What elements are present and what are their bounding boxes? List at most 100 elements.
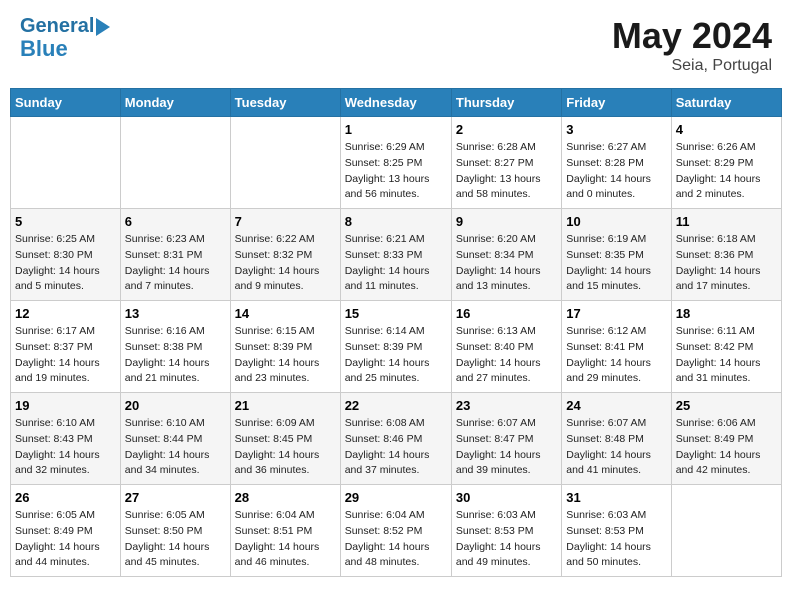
day-info: Sunrise: 6:22 AMSunset: 8:32 PMDaylight:… bbox=[235, 232, 336, 295]
week-row-3: 12 Sunrise: 6:17 AMSunset: 8:37 PMDayligh… bbox=[11, 301, 782, 393]
day-info: Sunrise: 6:05 AMSunset: 8:50 PMDaylight:… bbox=[125, 508, 226, 571]
logo-arrow-icon bbox=[96, 18, 110, 36]
day-number: 14 bbox=[235, 306, 336, 321]
day-number: 23 bbox=[456, 398, 557, 413]
day-info: Sunrise: 6:15 AMSunset: 8:39 PMDaylight:… bbox=[235, 324, 336, 387]
day-info: Sunrise: 6:27 AMSunset: 8:28 PMDaylight:… bbox=[566, 140, 666, 203]
calendar-cell: 13Sunrise: 6:16 AMSunset: 8:38 PMDayligh… bbox=[120, 301, 230, 393]
day-info: Sunrise: 6:07 AMSunset: 8:47 PMDaylight:… bbox=[456, 416, 557, 479]
day-number: 26 bbox=[15, 490, 116, 505]
week-row-1: 1Sunrise: 6:29 AMSunset: 8:25 PMDaylight… bbox=[11, 117, 782, 209]
calendar-cell: 24 Sunrise: 6:07 AMSunset: 8:48 PMDayligh… bbox=[562, 393, 671, 485]
day-info: Sunrise: 6:07 AMSunset: 8:48 PMDaylight:… bbox=[566, 416, 666, 479]
day-number: 12 bbox=[15, 306, 116, 321]
logo: General Blue bbox=[20, 15, 110, 61]
calendar-cell: 7 Sunrise: 6:22 AMSunset: 8:32 PMDaylight… bbox=[230, 209, 340, 301]
day-number: 4 bbox=[676, 122, 777, 137]
day-number: 11 bbox=[676, 214, 777, 229]
day-info: Sunrise: 6:13 AMSunset: 8:40 PMDaylight:… bbox=[456, 324, 557, 387]
day-info: Sunrise: 6:03 AMSunset: 8:53 PMDaylight:… bbox=[566, 508, 666, 571]
weekday-header-sunday: Sunday bbox=[11, 89, 121, 117]
day-number: 2 bbox=[456, 122, 557, 137]
calendar-cell: 25 Sunrise: 6:06 AMSunset: 8:49 PMDayligh… bbox=[671, 393, 781, 485]
calendar-cell: 28 Sunrise: 6:04 AMSunset: 8:51 PMDayligh… bbox=[230, 485, 340, 577]
day-info: Sunrise: 6:08 AMSunset: 8:46 PMDaylight:… bbox=[345, 416, 447, 479]
day-number: 7 bbox=[235, 214, 336, 229]
day-number: 3 bbox=[566, 122, 666, 137]
calendar-cell bbox=[120, 117, 230, 209]
weekday-header-friday: Friday bbox=[562, 89, 671, 117]
calendar-cell: 8Sunrise: 6:21 AMSunset: 8:33 PMDaylight… bbox=[340, 209, 451, 301]
day-number: 20 bbox=[125, 398, 226, 413]
calendar-cell: 17 Sunrise: 6:12 AMSunset: 8:41 PMDayligh… bbox=[562, 301, 671, 393]
day-info: Sunrise: 6:11 AMSunset: 8:42 PMDaylight:… bbox=[676, 324, 777, 387]
calendar-cell: 14 Sunrise: 6:15 AMSunset: 8:39 PMDayligh… bbox=[230, 301, 340, 393]
calendar-cell: 6 Sunrise: 6:23 AMSunset: 8:31 PMDaylight… bbox=[120, 209, 230, 301]
weekday-header-row: SundayMondayTuesdayWednesdayThursdayFrid… bbox=[11, 89, 782, 117]
calendar-cell: 21 Sunrise: 6:09 AMSunset: 8:45 PMDayligh… bbox=[230, 393, 340, 485]
day-number: 25 bbox=[676, 398, 777, 413]
calendar-cell: 9 Sunrise: 6:20 AMSunset: 8:34 PMDaylight… bbox=[451, 209, 561, 301]
day-number: 22 bbox=[345, 398, 447, 413]
calendar-cell: 3 Sunrise: 6:27 AMSunset: 8:28 PMDaylight… bbox=[562, 117, 671, 209]
day-info: Sunrise: 6:19 AMSunset: 8:35 PMDaylight:… bbox=[566, 232, 666, 295]
day-info: Sunrise: 6:17 AMSunset: 8:37 PMDaylight:… bbox=[15, 324, 116, 387]
calendar-cell: 12 Sunrise: 6:17 AMSunset: 8:37 PMDayligh… bbox=[11, 301, 121, 393]
day-number: 6 bbox=[125, 214, 226, 229]
day-info: Sunrise: 6:03 AMSunset: 8:53 PMDaylight:… bbox=[456, 508, 557, 571]
day-number: 1 bbox=[345, 122, 447, 137]
day-number: 13 bbox=[125, 306, 226, 321]
calendar-cell: 30 Sunrise: 6:03 AMSunset: 8:53 PMDayligh… bbox=[451, 485, 561, 577]
calendar-cell: 15 Sunrise: 6:14 AMSunset: 8:39 PMDayligh… bbox=[340, 301, 451, 393]
calendar-cell: 19Sunrise: 6:10 AMSunset: 8:43 PMDayligh… bbox=[11, 393, 121, 485]
day-info: Sunrise: 6:20 AMSunset: 8:34 PMDaylight:… bbox=[456, 232, 557, 295]
day-number: 19 bbox=[15, 398, 116, 413]
day-info: Sunrise: 6:23 AMSunset: 8:31 PMDaylight:… bbox=[125, 232, 226, 295]
calendar-cell: 4 Sunrise: 6:26 AMSunset: 8:29 PMDaylight… bbox=[671, 117, 781, 209]
calendar-cell: 16 Sunrise: 6:13 AMSunset: 8:40 PMDayligh… bbox=[451, 301, 561, 393]
calendar-cell: 10Sunrise: 6:19 AMSunset: 8:35 PMDayligh… bbox=[562, 209, 671, 301]
day-number: 31 bbox=[566, 490, 666, 505]
day-info: Sunrise: 6:18 AMSunset: 8:36 PMDaylight:… bbox=[676, 232, 777, 295]
week-row-5: 26 Sunrise: 6:05 AMSunset: 8:49 PMDayligh… bbox=[11, 485, 782, 577]
day-number: 30 bbox=[456, 490, 557, 505]
week-row-2: 5 Sunrise: 6:25 AMSunset: 8:30 PMDaylight… bbox=[11, 209, 782, 301]
day-number: 17 bbox=[566, 306, 666, 321]
day-info: Sunrise: 6:06 AMSunset: 8:49 PMDaylight:… bbox=[676, 416, 777, 479]
calendar-cell: 31 Sunrise: 6:03 AMSunset: 8:53 PMDayligh… bbox=[562, 485, 671, 577]
calendar-cell: 27 Sunrise: 6:05 AMSunset: 8:50 PMDayligh… bbox=[120, 485, 230, 577]
day-info: Sunrise: 6:05 AMSunset: 8:49 PMDaylight:… bbox=[15, 508, 116, 571]
day-number: 21 bbox=[235, 398, 336, 413]
day-info: Sunrise: 6:04 AMSunset: 8:51 PMDaylight:… bbox=[235, 508, 336, 571]
day-number: 8 bbox=[345, 214, 447, 229]
day-info: Sunrise: 6:04 AMSunset: 8:52 PMDaylight:… bbox=[345, 508, 447, 571]
calendar-cell: 22 Sunrise: 6:08 AMSunset: 8:46 PMDayligh… bbox=[340, 393, 451, 485]
calendar-cell bbox=[671, 485, 781, 577]
day-info: Sunrise: 6:25 AMSunset: 8:30 PMDaylight:… bbox=[15, 232, 116, 295]
calendar-table: SundayMondayTuesdayWednesdayThursdayFrid… bbox=[10, 88, 782, 577]
day-number: 15 bbox=[345, 306, 447, 321]
day-number: 5 bbox=[15, 214, 116, 229]
day-number: 24 bbox=[566, 398, 666, 413]
day-number: 16 bbox=[456, 306, 557, 321]
day-info: Sunrise: 6:14 AMSunset: 8:39 PMDaylight:… bbox=[345, 324, 447, 387]
calendar-cell: 18Sunrise: 6:11 AMSunset: 8:42 PMDayligh… bbox=[671, 301, 781, 393]
calendar-cell: 26 Sunrise: 6:05 AMSunset: 8:49 PMDayligh… bbox=[11, 485, 121, 577]
weekday-header-wednesday: Wednesday bbox=[340, 89, 451, 117]
day-info: Sunrise: 6:28 AMSunset: 8:27 PMDaylight:… bbox=[456, 140, 557, 203]
calendar-cell: 5 Sunrise: 6:25 AMSunset: 8:30 PMDaylight… bbox=[11, 209, 121, 301]
day-info: Sunrise: 6:09 AMSunset: 8:45 PMDaylight:… bbox=[235, 416, 336, 479]
calendar-cell bbox=[11, 117, 121, 209]
day-number: 9 bbox=[456, 214, 557, 229]
calendar-cell: 1Sunrise: 6:29 AMSunset: 8:25 PMDaylight… bbox=[340, 117, 451, 209]
day-info: Sunrise: 6:26 AMSunset: 8:29 PMDaylight:… bbox=[676, 140, 777, 203]
day-number: 28 bbox=[235, 490, 336, 505]
calendar-cell bbox=[230, 117, 340, 209]
day-number: 27 bbox=[125, 490, 226, 505]
day-info: Sunrise: 6:12 AMSunset: 8:41 PMDaylight:… bbox=[566, 324, 666, 387]
page-header: General Blue May 2024 Seia, Portugal bbox=[10, 10, 782, 80]
week-row-4: 19Sunrise: 6:10 AMSunset: 8:43 PMDayligh… bbox=[11, 393, 782, 485]
weekday-header-tuesday: Tuesday bbox=[230, 89, 340, 117]
calendar-cell: 2 Sunrise: 6:28 AMSunset: 8:27 PMDaylight… bbox=[451, 117, 561, 209]
calendar-cell: 11 Sunrise: 6:18 AMSunset: 8:36 PMDayligh… bbox=[671, 209, 781, 301]
